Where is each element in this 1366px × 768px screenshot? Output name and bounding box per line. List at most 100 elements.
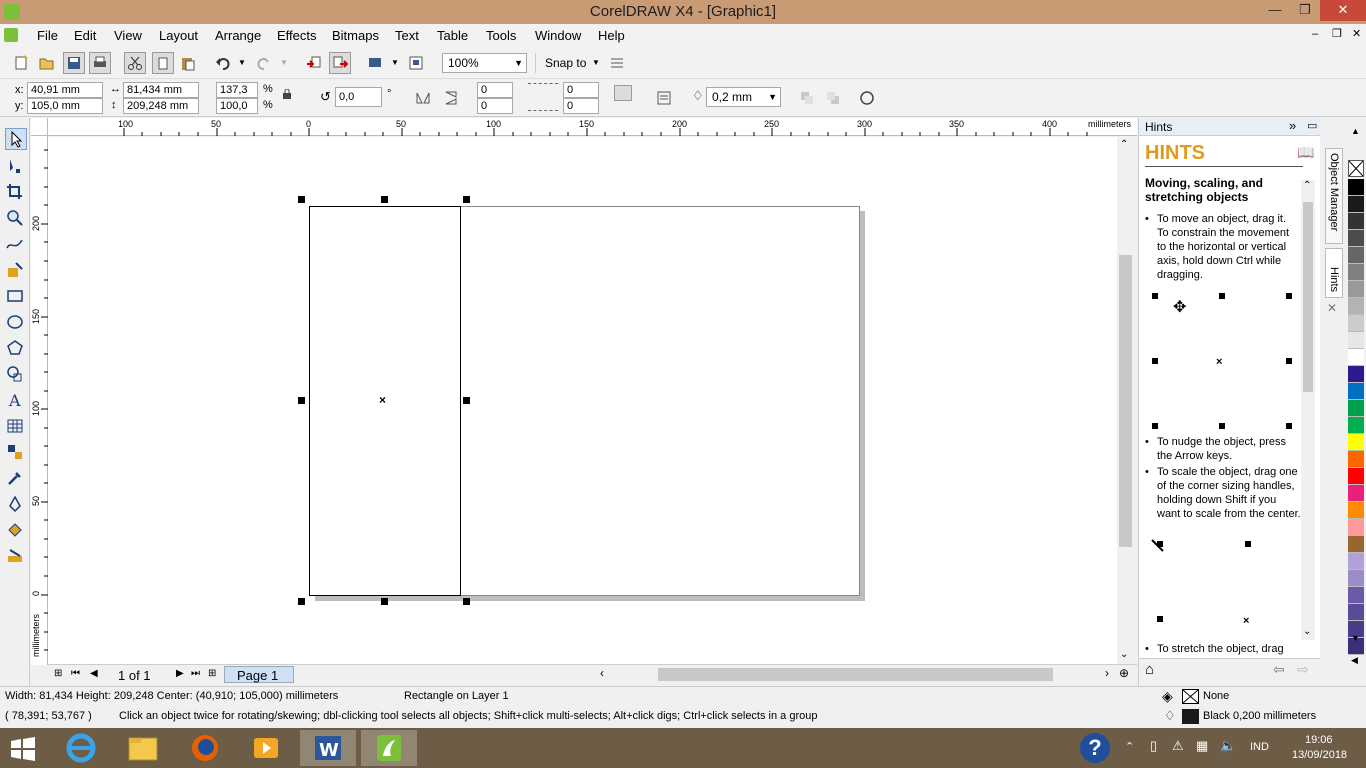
y-position-field[interactable]: 105,0 mm xyxy=(27,98,103,114)
doc-restore-icon[interactable]: ❐ xyxy=(1332,27,1342,40)
color-swatch[interactable] xyxy=(1348,519,1364,536)
color-swatch[interactable] xyxy=(1348,247,1364,264)
sizing-handle-top-left[interactable] xyxy=(298,196,305,203)
windows-start-icon[interactable] xyxy=(10,737,36,761)
smart-fill-tool[interactable] xyxy=(5,260,27,282)
first-page-icon[interactable]: ⏮ xyxy=(71,668,80,679)
basic-shapes-tool[interactable] xyxy=(5,364,27,386)
corner-roundness-bottom-left[interactable]: 0 xyxy=(477,98,513,114)
expand-docker-icon[interactable]: » xyxy=(1289,118,1296,133)
zoom-navigator-icon[interactable]: ⊕ xyxy=(1119,666,1129,680)
convert-to-curves-button[interactable] xyxy=(856,87,878,109)
coreldraw-taskbar-icon[interactable] xyxy=(361,730,417,766)
vertical-scrollbar[interactable]: ⌃ ⌄ xyxy=(1117,137,1134,664)
sizing-handle-top[interactable] xyxy=(381,196,388,203)
internet-explorer-icon[interactable] xyxy=(53,730,109,766)
object-height-field[interactable]: 209,248 mm xyxy=(123,98,199,114)
clock-time[interactable]: 19:06 xyxy=(1305,734,1333,746)
hints-scrollbar[interactable]: ⌃ ⌄ xyxy=(1301,180,1315,640)
menu-text[interactable]: Text xyxy=(395,28,419,43)
menu-table[interactable]: Table xyxy=(437,28,468,43)
undo-dropdown-icon[interactable]: ▼ xyxy=(238,58,246,67)
rotation-angle-field[interactable]: 0,0 xyxy=(335,87,382,107)
color-swatch[interactable] xyxy=(1348,502,1364,519)
paste-button[interactable] xyxy=(177,52,199,74)
pick-tool[interactable] xyxy=(5,128,27,150)
language-indicator[interactable]: IND xyxy=(1250,741,1269,753)
battery-icon[interactable]: ▯ xyxy=(1150,738,1157,754)
copy-button[interactable] xyxy=(152,52,174,74)
fill-tool[interactable] xyxy=(5,520,27,542)
color-swatch[interactable] xyxy=(1348,196,1364,213)
ellipse-tool[interactable] xyxy=(5,312,27,334)
menu-effects[interactable]: Effects xyxy=(277,28,317,43)
save-button[interactable] xyxy=(63,52,85,74)
print-button[interactable] xyxy=(89,52,111,74)
color-swatch[interactable] xyxy=(1348,400,1364,417)
doc-minimize-icon[interactable]: – xyxy=(1312,28,1318,40)
color-swatch[interactable] xyxy=(1348,587,1364,604)
undo-button[interactable] xyxy=(212,52,234,74)
sizing-handle-left[interactable] xyxy=(298,397,305,404)
color-swatch[interactable] xyxy=(1348,281,1364,298)
color-swatch[interactable] xyxy=(1348,366,1364,383)
clock-date[interactable]: 13/09/2018 xyxy=(1292,749,1347,761)
rectangle-tool[interactable] xyxy=(5,286,27,308)
menu-bitmaps[interactable]: Bitmaps xyxy=(332,28,379,43)
minimize-button[interactable]: — xyxy=(1260,0,1290,21)
corner-roundness-top-right[interactable]: 0 xyxy=(563,82,599,98)
color-swatch[interactable] xyxy=(1348,468,1364,485)
ruler-origin-corner[interactable] xyxy=(31,118,48,136)
zoom-levels-select[interactable]: 100% ▼ xyxy=(442,53,527,73)
options-button[interactable] xyxy=(606,52,628,74)
tab-hints[interactable]: Hints xyxy=(1325,248,1343,298)
vertical-ruler[interactable]: 200 150 100 50 0 millimeters xyxy=(31,136,48,665)
color-swatch[interactable] xyxy=(1348,417,1364,434)
palette-expand-icon[interactable]: ◀ xyxy=(1351,655,1358,666)
usb-icon[interactable]: ⚠ xyxy=(1172,738,1184,754)
home-icon[interactable]: ⌂ xyxy=(1145,661,1154,678)
scale-y-field[interactable]: 100,0 xyxy=(216,98,258,114)
corner-roundness-bottom-right[interactable]: 0 xyxy=(563,98,599,114)
freehand-tool[interactable] xyxy=(5,234,27,256)
import-button[interactable] xyxy=(303,52,325,74)
color-swatch[interactable] xyxy=(1348,230,1364,247)
redo-button[interactable] xyxy=(253,52,275,74)
interactive-fill-tool[interactable] xyxy=(5,546,27,568)
drawing-canvas[interactable]: × xyxy=(48,137,1117,664)
eyedropper-tool[interactable] xyxy=(5,468,27,490)
color-swatch[interactable] xyxy=(1348,570,1364,587)
color-swatch[interactable] xyxy=(1348,315,1364,332)
color-swatch[interactable] xyxy=(1348,349,1364,366)
color-swatch[interactable] xyxy=(1348,485,1364,502)
color-swatch[interactable] xyxy=(1348,383,1364,400)
to-back-button[interactable] xyxy=(822,87,844,109)
palette-scroll-up-icon[interactable]: ▲ xyxy=(1351,126,1360,136)
menu-view[interactable]: View xyxy=(114,28,142,43)
snap-to-label[interactable]: Snap to xyxy=(545,56,586,70)
palette-scroll-down-icon[interactable]: ▼ xyxy=(1351,633,1360,643)
sizing-handle-top-right[interactable] xyxy=(463,196,470,203)
round-corners-together-lock[interactable] xyxy=(614,85,632,101)
color-swatch[interactable] xyxy=(1348,213,1364,230)
scale-x-field[interactable]: 137,3 xyxy=(216,82,258,98)
tab-close-icon[interactable]: ✕ xyxy=(1327,301,1337,315)
doc-close-icon[interactable]: ✕ xyxy=(1352,27,1361,40)
open-button[interactable] xyxy=(36,52,58,74)
color-swatch[interactable] xyxy=(1348,451,1364,468)
corner-roundness-top-left[interactable]: 0 xyxy=(477,82,513,98)
back-icon[interactable]: ⇦ xyxy=(1273,661,1285,678)
last-page-icon[interactable]: ⏭ xyxy=(191,668,200,679)
previous-page-icon[interactable]: ◀ xyxy=(90,668,98,679)
scroll-left-icon[interactable]: ‹ xyxy=(600,666,604,680)
export-button[interactable] xyxy=(329,52,351,74)
crop-tool[interactable] xyxy=(5,182,27,204)
media-player-icon[interactable] xyxy=(238,730,294,766)
vertical-scroll-thumb[interactable] xyxy=(1119,255,1132,547)
document-icon[interactable] xyxy=(4,28,18,42)
lock-ratio-icon[interactable] xyxy=(282,88,292,99)
color-swatch[interactable] xyxy=(1348,553,1364,570)
scroll-up-icon[interactable]: ⌃ xyxy=(1120,139,1128,150)
outline-swatch[interactable] xyxy=(1182,709,1199,724)
outline-width-select[interactable]: 0,2 mm ▼ xyxy=(706,87,781,107)
